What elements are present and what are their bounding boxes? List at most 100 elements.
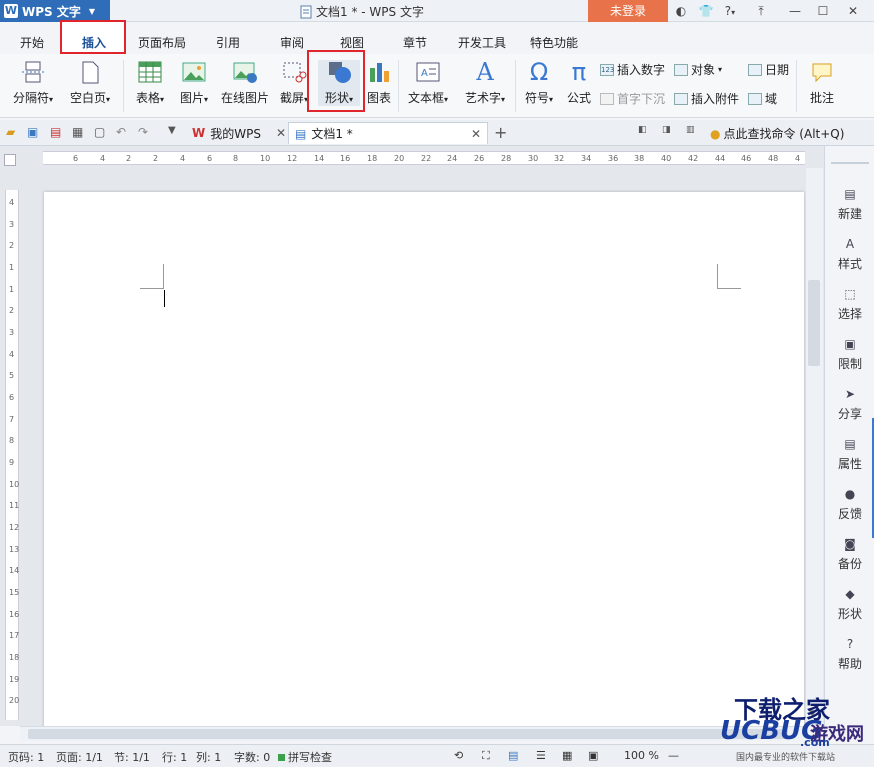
help-icon: ? xyxy=(846,637,854,651)
sidebar-item-restrict[interactable]: ▣ 限制 xyxy=(825,336,874,372)
fullscreen-icon[interactable]: ⛶ xyxy=(482,749,490,763)
web-view-icon[interactable]: ▦ xyxy=(562,749,572,762)
reading-view-icon[interactable]: ▣ xyxy=(588,749,598,762)
tab-my-wps[interactable]: W 我的WPS ✕ xyxy=(186,122,292,144)
blank-page-button[interactable]: 空白页▾ xyxy=(64,60,116,106)
view-mode-icon[interactable]: ▥ xyxy=(686,125,700,139)
document-tab-bar: ▰ ▣ ▤ ▦ ▢ ↶ ↷ ▼ W 我的WPS ✕ ▤ 文档1 * ✕ + ◧ … xyxy=(0,120,874,146)
symbol-label: 符号 xyxy=(524,91,549,105)
picture-icon xyxy=(181,60,207,84)
sidebar-item-share[interactable]: ➤ 分享 xyxy=(825,386,874,422)
help-button[interactable]: ?▾ xyxy=(720,2,740,20)
ribbon-separator xyxy=(123,60,124,112)
tab-chapter[interactable]: 章节 xyxy=(403,34,427,51)
horizontal-scrollbar[interactable] xyxy=(20,726,804,741)
redo-icon[interactable]: ↷ xyxy=(138,125,152,139)
tab-references[interactable]: 引用 xyxy=(216,34,240,51)
tab-document[interactable]: ▤ 文档1 * ✕ xyxy=(288,122,488,144)
symbol-button[interactable]: Ω 符号▾ xyxy=(520,60,558,106)
attachment-button[interactable]: 插入附件 xyxy=(674,90,739,107)
tab-developer[interactable]: 开发工具 xyxy=(458,34,506,51)
scrollbar-thumb[interactable] xyxy=(808,280,820,366)
pdf-icon[interactable]: ▤ xyxy=(50,125,64,139)
date-button[interactable]: 日期 xyxy=(748,61,789,78)
tab-review[interactable]: 审阅 xyxy=(280,34,304,51)
scrollbar-thumb[interactable] xyxy=(28,729,788,739)
formula-button[interactable]: π 公式 xyxy=(562,60,596,106)
print-icon[interactable]: ▦ xyxy=(72,125,86,139)
chart-button[interactable]: 图表 xyxy=(364,60,394,106)
close-tab-icon[interactable]: ✕ xyxy=(471,127,481,141)
view-mode-icon[interactable]: ◨ xyxy=(662,125,676,139)
zoom-out-icon[interactable]: — xyxy=(668,749,679,762)
sidebar-item-select[interactable]: ⬚ 选择 xyxy=(825,286,874,322)
chevron-down-icon[interactable]: ▼ xyxy=(168,125,182,139)
sidebar-item-new[interactable]: ▤ 新建 xyxy=(825,186,874,222)
ruler-tick-label: 4 xyxy=(100,154,106,163)
sidebar-item-properties[interactable]: ▤ 属性 xyxy=(825,436,874,472)
tab-special[interactable]: 特色功能 xyxy=(530,34,578,51)
new-document-icon: ▤ xyxy=(844,187,856,201)
minimize-icon[interactable]: — xyxy=(786,2,804,20)
sidebar-item-backup[interactable]: ◙ 备份 xyxy=(825,536,874,572)
outline-view-icon[interactable]: ☰ xyxy=(536,749,546,762)
comment-button[interactable]: 批注 xyxy=(804,60,840,106)
add-tab-icon[interactable]: + xyxy=(494,123,508,142)
sidebar-item-feedback[interactable]: ● 反馈 xyxy=(825,486,874,522)
zoom-level[interactable]: 100 % xyxy=(624,749,659,762)
share-icon: ➤ xyxy=(844,387,856,401)
tab-insert[interactable]: 插入 xyxy=(82,34,106,51)
status-column: 列: 1 xyxy=(196,751,222,764)
find-command-box[interactable]: ● 点此查找命令 (Alt+Q) xyxy=(710,125,844,142)
login-button[interactable]: 未登录 xyxy=(588,0,668,22)
ruler-tick-label: 2 xyxy=(126,154,132,163)
wordart-button[interactable]: A 艺术字▾ xyxy=(460,60,510,106)
page-break-icon xyxy=(20,60,46,84)
object-label: 对象 xyxy=(691,63,716,77)
close-tab-icon[interactable]: ✕ xyxy=(276,126,286,140)
status-row: 行: 1 xyxy=(162,751,188,764)
ruler-tick-label: 10 xyxy=(260,154,271,163)
tab-page-layout[interactable]: 页面布局 xyxy=(138,34,186,51)
undo-icon[interactable]: ↶ xyxy=(116,125,130,139)
picture-button[interactable]: 图片▾ xyxy=(174,60,214,106)
online-picture-button[interactable]: 在线图片 xyxy=(218,60,272,106)
tab-view[interactable]: 视图 xyxy=(340,34,364,51)
app-menu-button[interactable]: W WPS 文字 ▼ xyxy=(0,0,110,22)
maximize-icon[interactable]: ☐ xyxy=(814,2,832,20)
print-preview-icon[interactable]: ▢ xyxy=(94,125,108,139)
margin-mark xyxy=(717,264,718,289)
drop-cap-button[interactable]: 首字下沉 xyxy=(600,90,665,107)
status-word-count[interactable]: 字数: 0 xyxy=(234,749,270,765)
field-button[interactable]: 域 xyxy=(748,90,777,107)
history-icon[interactable]: ⟲ xyxy=(454,749,463,762)
spell-check-toggle[interactable]: 拼写检查 xyxy=(278,749,332,765)
object-button[interactable]: 对象 ▾ xyxy=(674,61,722,78)
sidebar-item-help[interactable]: ? 帮助 xyxy=(825,636,874,672)
open-folder-icon[interactable]: ▰ xyxy=(6,125,20,139)
tab-start[interactable]: 开始 xyxy=(20,34,44,51)
sidebar-item-style[interactable]: A 样式 xyxy=(825,236,874,272)
svg-text:A: A xyxy=(421,68,428,79)
ruler-tick-label: 36 xyxy=(608,154,619,163)
view-mode-icon[interactable]: ◧ xyxy=(638,125,652,139)
page-view-icon[interactable]: ▤ xyxy=(508,749,518,762)
close-icon[interactable]: ✕ xyxy=(844,2,862,20)
textbox-button[interactable]: A 文本框▾ xyxy=(402,60,454,106)
tab-stop-selector[interactable] xyxy=(4,154,16,166)
ruler-tick-label: 16 xyxy=(340,154,351,163)
calendar-icon xyxy=(748,63,762,76)
table-button[interactable]: 表格▾ xyxy=(130,60,170,106)
insert-number-button[interactable]: 123 插入数字 xyxy=(600,61,665,78)
document-page[interactable] xyxy=(44,192,804,732)
ruler-tick-label: 8 xyxy=(233,154,239,163)
shirt-icon[interactable]: 👕 xyxy=(697,2,715,20)
vertical-scrollbar[interactable]: ▼ xyxy=(806,168,823,723)
horizontal-ruler[interactable]: 6 4 2 2 4 6 8 10 12 14 16 18 20 22 24 26 28 30 32 34 36 38 40 4… xyxy=(43,151,805,165)
skin-icon[interactable]: ◐ xyxy=(672,2,690,20)
vertical-ruler[interactable]: 4 3 2 1 1 2 3 4 5 6 7 8 9 10 11 12 13 14 15 16 17 18 19 20 xyxy=(5,190,19,720)
restore-ribbon-icon[interactable]: ⤒ xyxy=(752,2,770,20)
sidebar-item-shape[interactable]: ◆ 形状 xyxy=(825,586,874,622)
page-break-button[interactable]: 分隔符▾ xyxy=(8,60,58,106)
save-icon[interactable]: ▣ xyxy=(27,125,41,139)
